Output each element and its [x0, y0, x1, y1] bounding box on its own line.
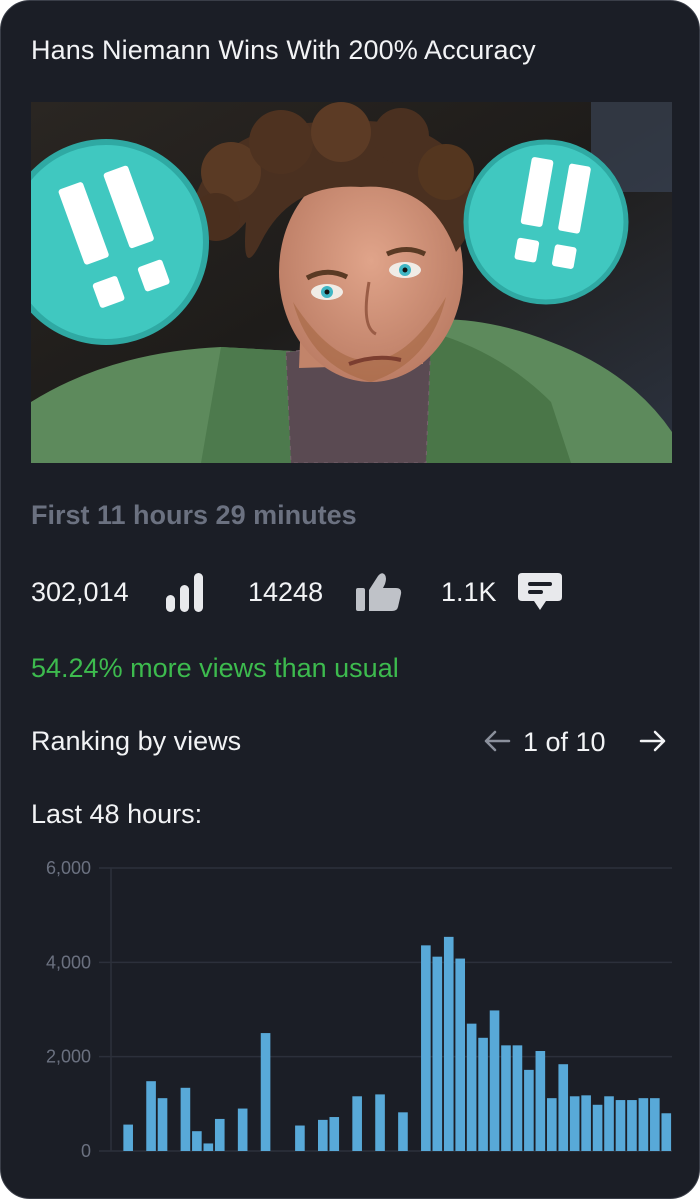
chart-bar[interactable]: [180, 1087, 191, 1151]
chart-bar[interactable]: [329, 1117, 340, 1151]
chart-bar[interactable]: [146, 1081, 156, 1151]
chart-bar[interactable]: [569, 1096, 580, 1151]
chart-bar[interactable]: [123, 1124, 133, 1151]
chart-bar[interactable]: [512, 1045, 523, 1151]
stats-row: 302,014 14248 1.1K: [31, 567, 671, 617]
chart-bar[interactable]: [192, 1131, 202, 1151]
chart-bar[interactable]: [501, 1045, 511, 1151]
video-card: Hans Niemann Wins With 200% Accuracy Fir…: [0, 0, 700, 1199]
views-bar-chart: 0 2,000 4,000 6,000: [46, 858, 672, 1161]
y-tick-label: 6,000: [46, 858, 91, 878]
comments-count: 1.1K: [441, 577, 497, 607]
chart-bar[interactable]: [581, 1095, 591, 1151]
chart-bar[interactable]: [466, 1023, 477, 1151]
y-tick-label: 0: [81, 1141, 91, 1161]
likes-count: 14248: [248, 577, 324, 607]
views-chart: 0 2,000 4,000 6,000: [1, 851, 699, 1186]
chart-bar[interactable]: [546, 1098, 557, 1151]
chart-bar[interactable]: [214, 1118, 225, 1151]
chart-bar[interactable]: [237, 1108, 248, 1151]
views-count: 302,014: [31, 577, 129, 607]
bar-chart-icon: [166, 571, 206, 618]
chart-bar[interactable]: [443, 936, 454, 1151]
thumbs-up-icon: [356, 571, 404, 618]
chart-bar[interactable]: [375, 1094, 385, 1151]
chart-label: Last 48 hours:: [31, 799, 203, 829]
y-tick-label: 2,000: [46, 1047, 91, 1067]
period-label: First 11 hours 29 minutes: [31, 500, 357, 530]
y-tick-label: 4,000: [46, 952, 91, 972]
chart-bar[interactable]: [398, 1112, 408, 1151]
chart-bar[interactable]: [478, 1037, 488, 1151]
chart-bar[interactable]: [432, 956, 443, 1151]
chart-bar[interactable]: [650, 1098, 660, 1151]
chart-bar[interactable]: [260, 1033, 271, 1151]
comment-icon: [516, 571, 564, 618]
video-title[interactable]: Hans Niemann Wins With 200% Accuracy: [31, 35, 536, 66]
chart-bar[interactable]: [352, 1096, 362, 1151]
performance-indicator: 54.24% more views than usual: [31, 653, 399, 683]
chart-bar[interactable]: [592, 1104, 603, 1151]
chart-bar[interactable]: [421, 945, 431, 1151]
chart-bar[interactable]: [558, 1064, 569, 1151]
ranking-label: Ranking by views: [31, 726, 242, 756]
chart-bar[interactable]: [295, 1125, 305, 1151]
chart-bar[interactable]: [604, 1096, 614, 1151]
video-thumbnail[interactable]: [31, 102, 672, 463]
page-indicator: 1 of 10: [523, 727, 606, 757]
chart-bar[interactable]: [535, 1051, 546, 1151]
arrow-right-icon[interactable]: [637, 725, 669, 757]
chart-bar[interactable]: [524, 1069, 534, 1151]
chart-bar[interactable]: [318, 1119, 328, 1151]
chart-bar[interactable]: [455, 958, 466, 1151]
chart-bar[interactable]: [661, 1113, 672, 1151]
thumbnail-image: [31, 102, 672, 463]
ranking-pager: 1 of 10: [481, 721, 671, 761]
chart-bar[interactable]: [203, 1143, 214, 1151]
chart-bar[interactable]: [638, 1098, 649, 1151]
chart-bar[interactable]: [489, 1010, 500, 1151]
chart-bar[interactable]: [627, 1100, 637, 1151]
chart-bar[interactable]: [157, 1098, 168, 1151]
arrow-left-icon[interactable]: [481, 725, 513, 757]
chart-bar[interactable]: [615, 1100, 626, 1151]
